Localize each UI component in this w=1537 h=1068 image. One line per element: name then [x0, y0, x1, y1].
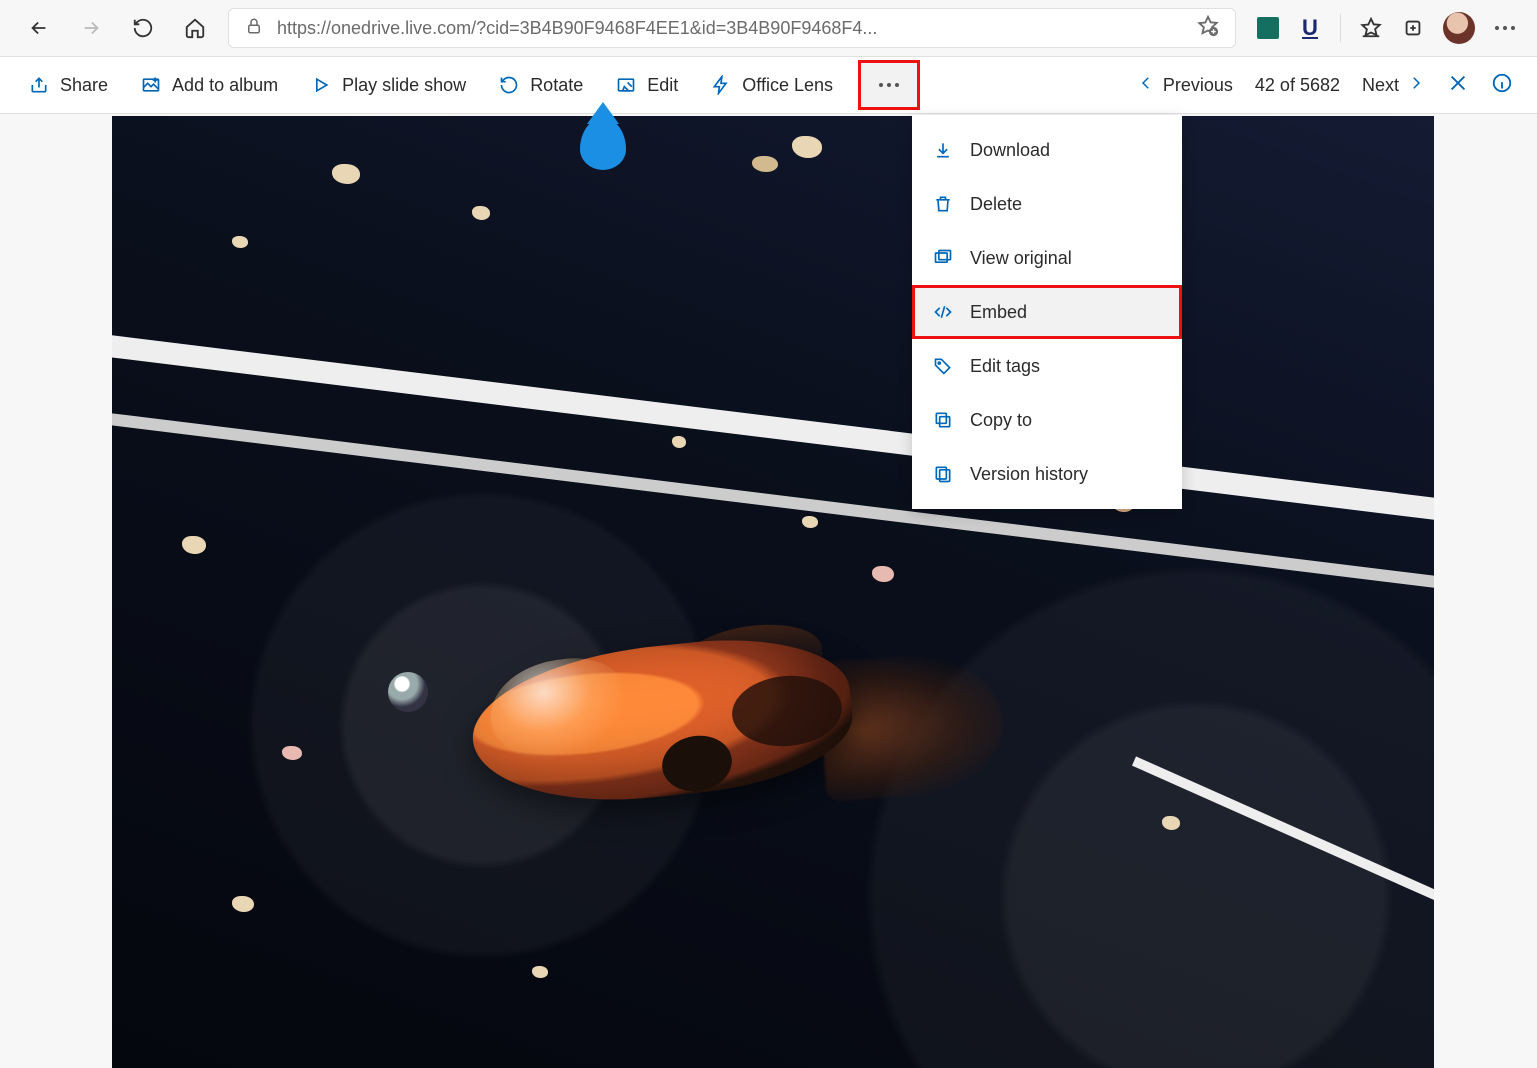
- embed-label: Embed: [970, 302, 1027, 323]
- next-button[interactable]: Next: [1362, 74, 1425, 97]
- toolbar-right-group: Previous 42 of 5682 Next: [1137, 72, 1513, 99]
- home-button[interactable]: [176, 9, 214, 47]
- download-icon: [932, 139, 954, 161]
- embed-icon: [932, 301, 954, 323]
- back-button[interactable]: [20, 9, 58, 47]
- address-bar[interactable]: https://onedrive.live.com/?cid=3B4B90F94…: [228, 8, 1236, 48]
- rotate-label: Rotate: [530, 75, 583, 96]
- history-icon: [932, 463, 954, 485]
- image-viewer[interactable]: [112, 116, 1434, 1068]
- extension-u-icon[interactable]: U: [1298, 16, 1322, 40]
- refresh-button[interactable]: [124, 9, 162, 47]
- copy-icon: [932, 409, 954, 431]
- favorites-icon[interactable]: [1359, 16, 1383, 40]
- add-favorite-icon[interactable]: [1197, 15, 1219, 42]
- copy-to-label: Copy to: [970, 410, 1032, 431]
- next-label: Next: [1362, 75, 1399, 96]
- add-to-album-button[interactable]: Add to album: [136, 63, 282, 107]
- add-to-album-label: Add to album: [172, 75, 278, 96]
- tag-icon: [932, 355, 954, 377]
- collections-icon[interactable]: [1401, 16, 1425, 40]
- menu-item-delete[interactable]: Delete: [912, 177, 1182, 231]
- trash-icon: [932, 193, 954, 215]
- browser-right-icons: U: [1250, 12, 1517, 44]
- page-counter: 42 of 5682: [1255, 75, 1340, 96]
- office-lens-button[interactable]: Office Lens: [706, 63, 837, 107]
- edit-tags-label: Edit tags: [970, 356, 1040, 377]
- share-label: Share: [60, 75, 108, 96]
- view-original-icon: [932, 247, 954, 269]
- info-button[interactable]: [1491, 72, 1513, 99]
- more-actions-button[interactable]: [861, 63, 917, 107]
- lightning-icon: [710, 74, 732, 96]
- lock-icon: [245, 17, 263, 40]
- edit-button[interactable]: Edit: [611, 63, 682, 107]
- url-text: https://onedrive.live.com/?cid=3B4B90F94…: [277, 18, 1183, 39]
- menu-item-download[interactable]: Download: [912, 123, 1182, 177]
- play-slideshow-button[interactable]: Play slide show: [306, 63, 470, 107]
- album-icon: [140, 74, 162, 96]
- edit-label: Edit: [647, 75, 678, 96]
- version-history-label: Version history: [970, 464, 1088, 485]
- menu-item-embed[interactable]: Embed: [912, 285, 1182, 339]
- edit-image-icon: [615, 74, 637, 96]
- view-original-label: View original: [970, 248, 1072, 269]
- ellipsis-icon: [879, 83, 899, 87]
- fish-illustration: [432, 586, 952, 826]
- menu-item-edit-tags[interactable]: Edit tags: [912, 339, 1182, 393]
- share-icon: [28, 74, 50, 96]
- forward-button[interactable]: [72, 9, 110, 47]
- rotate-icon: [498, 74, 520, 96]
- browser-menu-icon[interactable]: [1493, 16, 1517, 40]
- rotate-button[interactable]: Rotate: [494, 63, 587, 107]
- office-lens-label: Office Lens: [742, 75, 833, 96]
- extension-evernote-icon[interactable]: [1256, 16, 1280, 40]
- divider: [1340, 14, 1341, 42]
- download-label: Download: [970, 140, 1050, 161]
- previous-label: Previous: [1163, 75, 1233, 96]
- play-icon: [310, 74, 332, 96]
- previous-button[interactable]: Previous: [1137, 74, 1233, 97]
- viewer-toolbar: Share Add to album Play slide show Rotat…: [0, 56, 1537, 114]
- menu-item-copy-to[interactable]: Copy to: [912, 393, 1182, 447]
- browser-chrome-bar: https://onedrive.live.com/?cid=3B4B90F94…: [0, 0, 1537, 56]
- close-viewer-button[interactable]: [1447, 72, 1469, 99]
- profile-avatar[interactable]: [1443, 12, 1475, 44]
- menu-item-version-history[interactable]: Version history: [912, 447, 1182, 501]
- more-actions-menu: Download Delete View original Embed Edit…: [912, 115, 1182, 509]
- chevron-right-icon: [1407, 74, 1425, 97]
- toolbar-left-group: Share Add to album Play slide show Rotat…: [24, 63, 917, 107]
- play-slideshow-label: Play slide show: [342, 75, 466, 96]
- chevron-left-icon: [1137, 74, 1155, 97]
- share-button[interactable]: Share: [24, 63, 112, 107]
- delete-label: Delete: [970, 194, 1022, 215]
- menu-item-view-original[interactable]: View original: [912, 231, 1182, 285]
